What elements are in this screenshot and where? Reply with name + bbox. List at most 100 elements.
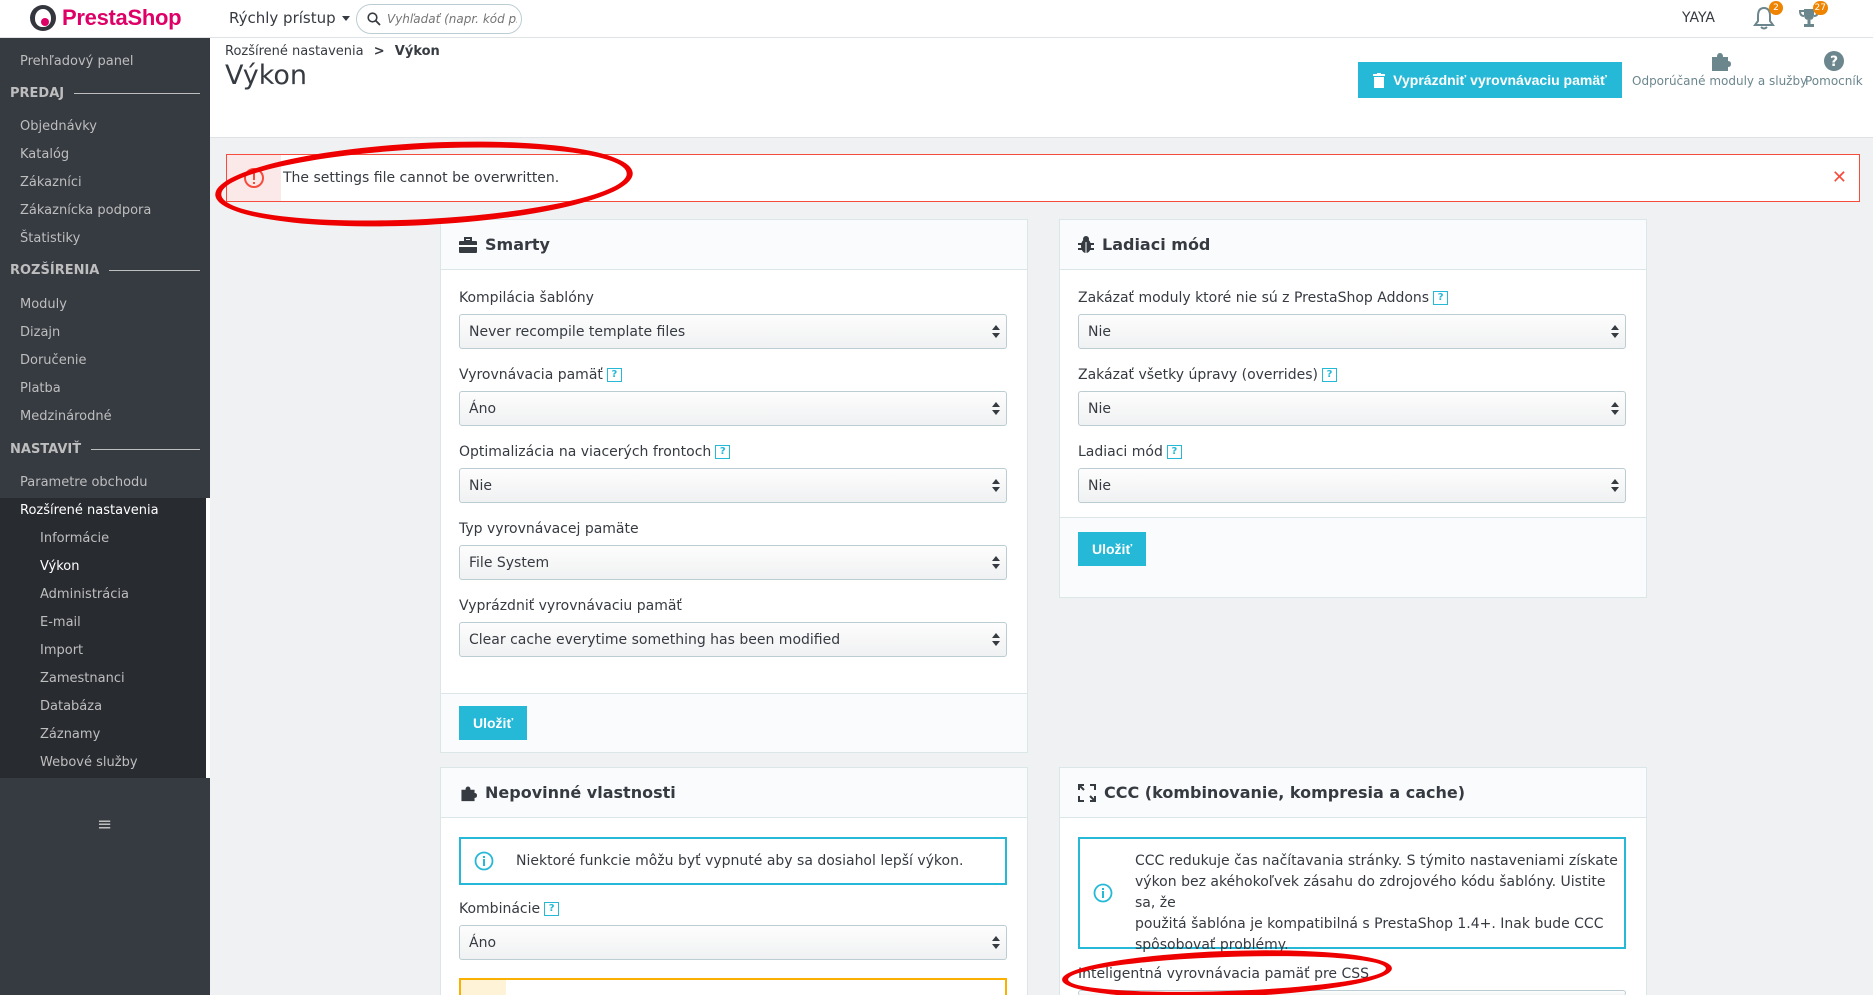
css-cache-select[interactable] [1078,990,1626,995]
sidebar-item-stats[interactable]: Štatistiky [20,231,80,246]
sidebar-item-shop-params[interactable]: Parametre obchodu [20,475,148,490]
clear-cache-button[interactable]: Vyprázdniť vyrovnávaciu pamäť [1358,62,1622,98]
quick-access-dropdown[interactable]: Rýchly prístup [229,9,350,27]
cache-type-select[interactable]: File System [459,545,1007,580]
select-arrows-icon [1611,325,1619,339]
close-icon[interactable]: ✕ [1832,167,1847,188]
sidebar-nav: Prehľadový panel PREDAJ Objednávky Katal… [0,38,210,995]
search-icon [367,12,381,26]
bug-icon [1078,235,1094,253]
select-arrows-icon [992,479,1000,493]
user-menu[interactable]: YAYA [1682,10,1715,26]
page-title: Výkon [225,60,308,91]
select-arrows-icon [992,633,1000,647]
sidebar-item-modules[interactable]: Moduly [20,297,67,312]
multi-front-label: Optimalizácia na viacerých frontoch? [459,444,731,460]
sidebar-section-configure: NASTAVIŤ [10,442,200,457]
notification-orders[interactable]: 2 [1753,1,1783,32]
sidebar-item-support[interactable]: Zákaznícka podpora [20,203,151,218]
smarty-panel: Smarty Kompilácia šablóny Never recompil… [440,219,1028,753]
svg-text:?: ? [1830,54,1838,70]
help-icon[interactable]: ? [1166,445,1182,459]
debug-panel: Ladiaci mód Zakázať moduly ktoré nie sú … [1059,219,1647,598]
help-icon[interactable]: ? [544,902,560,916]
top-header: PrestaShop Rýchly prístup YAYA 2 27 [0,0,1873,38]
briefcase-icon [459,236,477,253]
optional-info-text: Niektoré funkcie môžu byť vypnuté aby sa… [516,853,964,869]
disable-overrides-label: Zakázať všetky úpravy (overrides)? [1078,367,1337,383]
alert-icon-bar [227,155,281,201]
sidebar-sub-webservice[interactable]: Webové služby [40,755,138,770]
help-icon[interactable]: ? [1321,368,1337,382]
sidebar-item-advanced[interactable]: Rozšírené nastavenia [20,503,159,518]
trash-icon [1373,72,1386,88]
sidebar-sub-employees[interactable]: Zamestnanci [40,671,125,686]
css-cache-label: Inteligentná vyrovnávacia pamäť pre CSS [1078,966,1370,982]
help-icon[interactable]: ? [1433,291,1449,305]
info-icon [1093,883,1112,903]
select-arrows-icon [1611,479,1619,493]
notification-customers[interactable]: 27 [1798,1,1828,32]
panel-title: CCC (kombinovanie, kompresia a cache) [1104,783,1466,802]
section-label: PREDAJ [10,86,65,101]
sidebar-sub-database[interactable]: Databáza [40,699,102,714]
sidebar-sub-logs[interactable]: Záznamy [40,727,100,742]
sidebar-item-shipping[interactable]: Doručenie [20,353,87,368]
help-icon[interactable]: ? [606,368,622,382]
template-compile-label: Kompilácia šablóny [459,290,594,306]
clear-cache-label: Vyprázdniť vyrovnávaciu pamäť [459,598,682,614]
ccc-info-text: CCC redukuje čas načítavania stránky. S … [1135,853,1618,953]
debug-save-button[interactable]: Uložiť [1078,532,1147,566]
disable-non-native-select[interactable]: Nie [1078,314,1626,349]
cache-label: Vyrovnávacia pamäť? [459,367,622,383]
sidebar-sub-info[interactable]: Informácie [40,531,109,546]
sidebar-sub-admin[interactable]: Administrácia [40,587,129,602]
collapse-menu-icon[interactable]: ≡ [97,814,112,835]
cache-type-label: Typ vyrovnávacej pamäte [459,521,639,537]
smarty-panel-header: Smarty [441,220,1027,270]
multi-front-select[interactable]: Nie [459,468,1007,503]
prestashop-logo[interactable]: PrestaShop [30,5,182,31]
combinations-label: Kombinácie? [459,901,560,917]
ccc-panel-header: CCC (kombinovanie, kompresia a cache) [1060,768,1646,818]
help-button[interactable]: ? Pomocník [1805,50,1863,88]
sidebar-item-international[interactable]: Medzinárodné [20,409,112,424]
combinations-select[interactable]: Áno [459,925,1007,960]
debug-panel-header: Ladiaci mód [1060,220,1646,270]
debug-panel-footer: Uložiť [1060,517,1646,597]
puzzle-icon [461,785,477,801]
sidebar-item-dashboard[interactable]: Prehľadový panel [20,54,134,69]
warning-icon-bar [461,980,506,995]
panel-title: Ladiaci mód [1102,235,1211,254]
quick-access-label: Rýchly prístup [229,9,336,27]
recommended-modules-button[interactable]: Odporúčané moduly a služby [1632,50,1807,88]
clear-cache-select[interactable]: Clear cache everytime something has been… [459,622,1007,657]
sidebar-item-orders[interactable]: Objednávky [20,119,97,134]
sidebar-item-payment[interactable]: Platba [20,381,61,396]
help-icon[interactable]: ? [715,445,731,459]
template-compile-select[interactable]: Never recompile template files [459,314,1007,349]
search-input[interactable] [387,12,517,26]
error-icon [244,168,264,188]
sidebar-item-design[interactable]: Dizajn [20,325,60,340]
select-arrows-icon [1611,402,1619,416]
puffin-logo-icon [30,5,56,31]
smarty-save-button[interactable]: Uložiť [459,706,528,740]
error-alert: The settings file cannot be overwritten.… [226,154,1860,202]
breadcrumb-parent[interactable]: Rozšírené nastavenia [225,44,364,59]
sidebar-sub-performance[interactable]: Výkon [40,559,80,574]
cache-select[interactable]: Áno [459,391,1007,426]
section-label: ROZŠÍRENIA [10,263,100,278]
sidebar-section-extend: ROZŠÍRENIA [10,263,200,278]
sidebar-sub-email[interactable]: E-mail [40,615,81,630]
optional-info-box: Niektoré funkcie môžu byť vypnuté aby sa… [459,837,1007,885]
info-icon-bar [461,839,506,883]
disable-overrides-select[interactable]: Nie [1078,391,1626,426]
sidebar-sub-import[interactable]: Import [40,643,83,658]
optional-features-panel: Nepovinné vlastnosti Niektoré funkcie mô… [440,767,1028,995]
help-circle-icon: ? [1823,51,1844,71]
sidebar-item-catalog[interactable]: Katalóg [20,147,69,162]
sidebar-item-customers[interactable]: Zákazníci [20,175,82,190]
ccc-info-box: CCC redukuje čas načítavania stránky. S … [1078,837,1626,953]
debug-mode-select[interactable]: Nie [1078,468,1626,503]
